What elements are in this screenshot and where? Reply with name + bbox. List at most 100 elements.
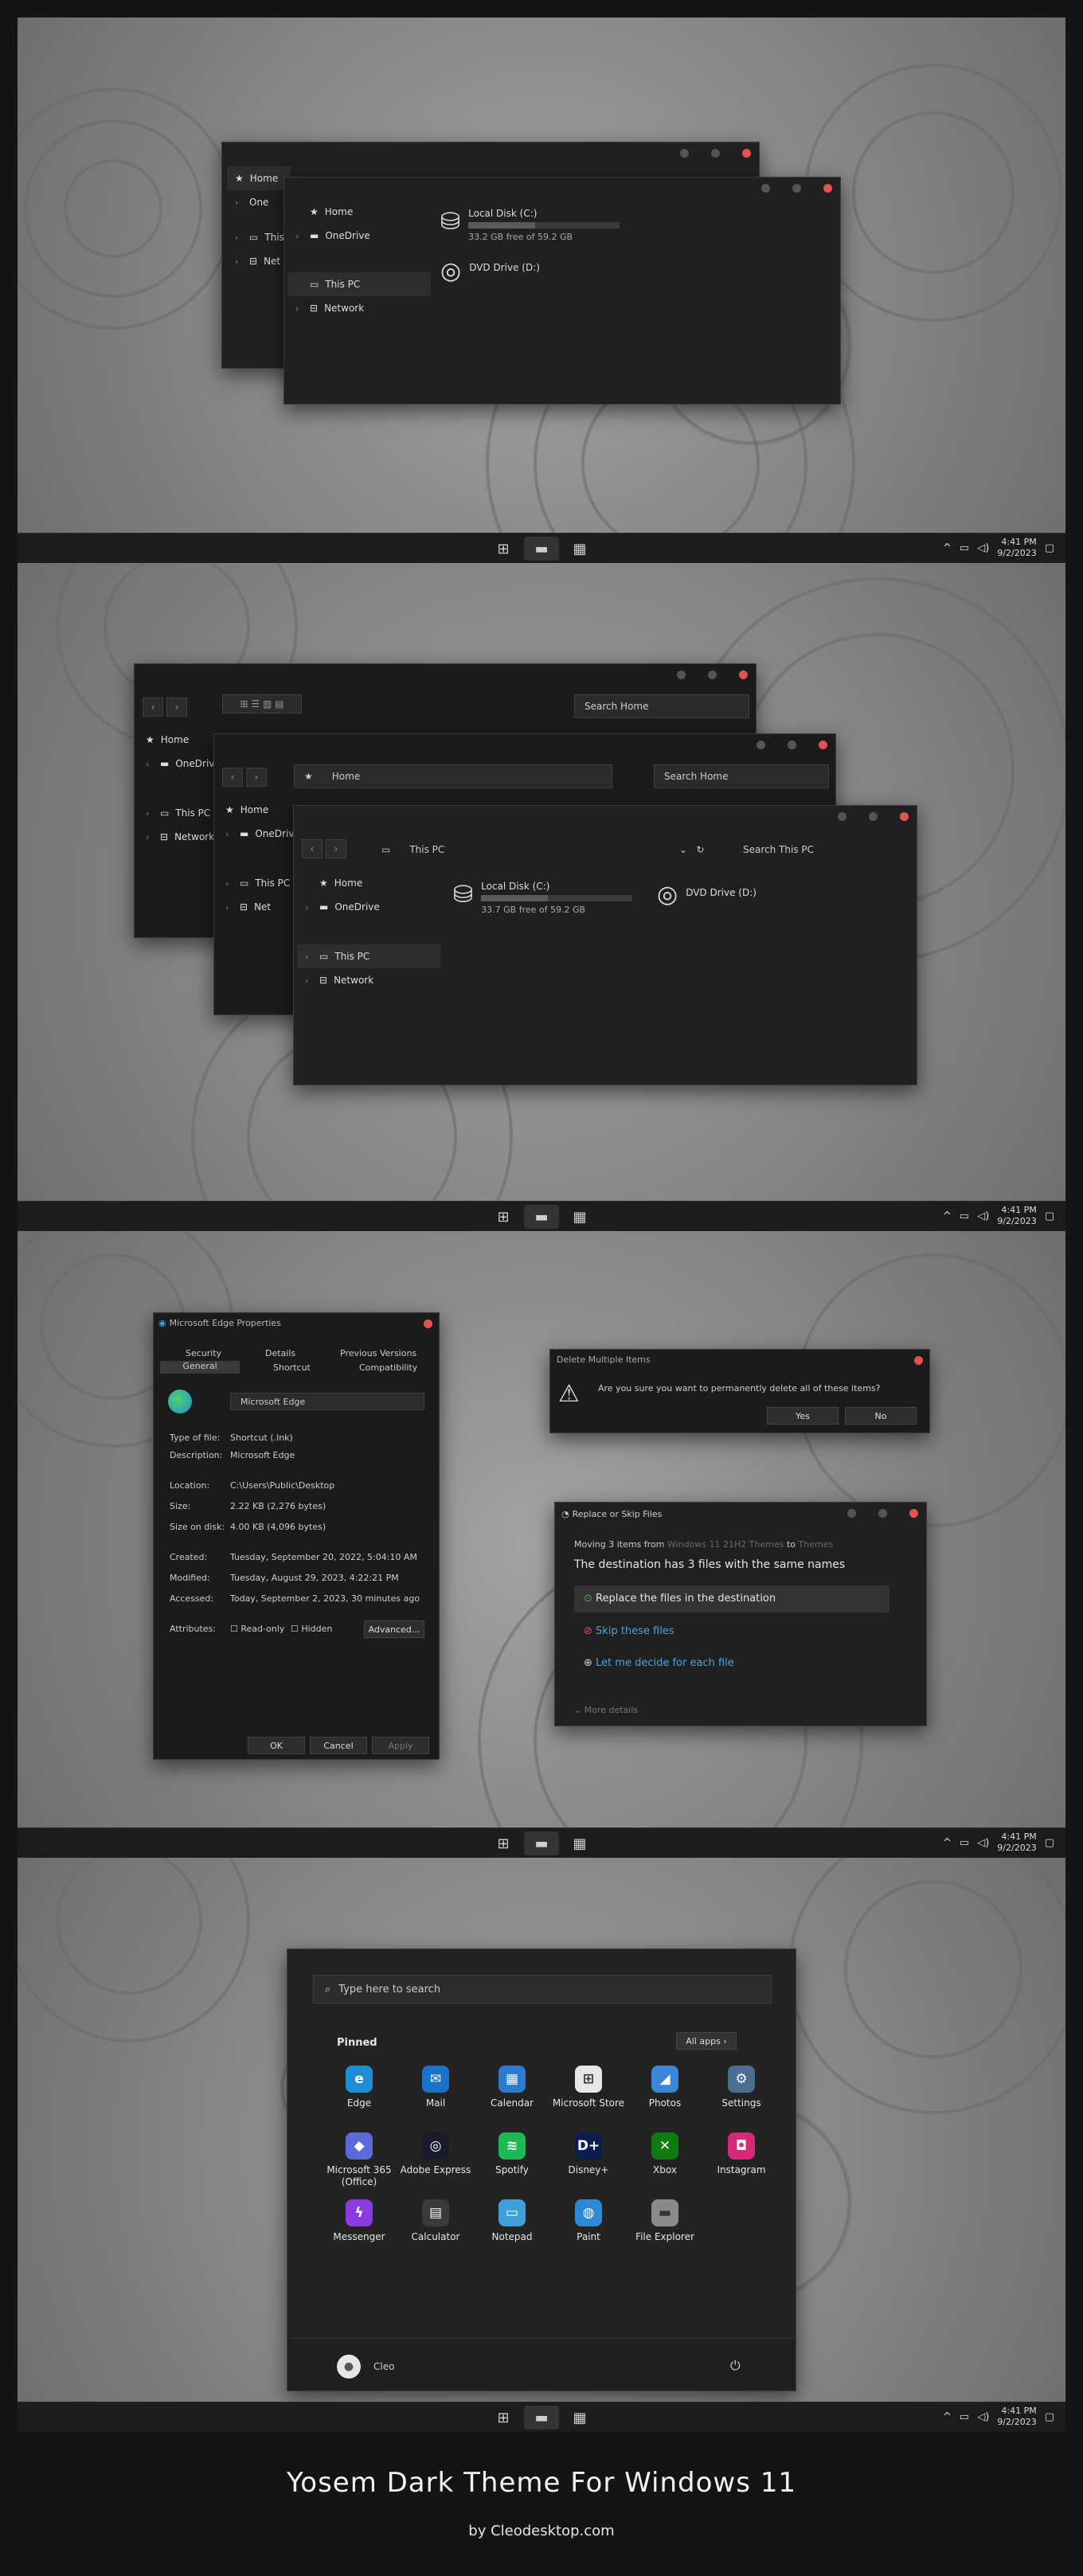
nav-onedrive[interactable]: › ▬ OneDrive [217,822,300,846]
clock[interactable]: 4:41 PM 9/2/2023 [997,1205,1036,1227]
address-bar[interactable]: ★ Home [294,764,612,788]
clock[interactable]: 4:41 PM 9/2/2023 [997,537,1036,559]
widgets-icon[interactable]: ▦ [562,537,597,561]
app-tile[interactable]: D+ Disney+ [550,2132,627,2176]
widgets-icon[interactable]: ▦ [562,1831,597,1855]
app-tile[interactable]: ◎ Adobe Express [397,2132,474,2176]
advanced-button[interactable]: Advanced... [364,1620,424,1638]
search-input[interactable]: ⌕ Type here to search [313,1975,772,2003]
network-tray-icon[interactable]: ▭ [960,1837,969,1849]
widgets-icon[interactable]: ▦ [562,2406,597,2429]
nav-onedrive[interactable]: › One [227,190,291,214]
volume-icon[interactable]: ◁) [977,2411,989,2423]
nav-home[interactable]: ★ Home [138,728,221,752]
option-decide[interactable]: ⊕ Let me decide for each file [584,1657,734,1669]
notification-icon[interactable]: ▢ [1045,542,1054,554]
widgets-icon[interactable]: ▦ [562,1205,597,1229]
file-explorer-icon[interactable]: ▬ [524,1831,559,1855]
chevron-up-icon[interactable]: ^ [943,1837,952,1849]
app-tile[interactable]: ⊞ Microsoft Store [550,2066,627,2109]
tab-security[interactable]: Security [186,1348,221,1358]
explorer-window-c[interactable]: ‹ › ▭ This PC ⌄ ↻ Search This PC ★ Home › ▬… [293,805,917,1085]
app-tile[interactable]: ◍ Paint [550,2199,627,2243]
close-button[interactable] [900,812,909,821]
network-tray-icon[interactable]: ▭ [960,1210,969,1222]
properties-dialog[interactable]: ◉ Microsoft Edge Properties Security Deta… [153,1312,440,1760]
avatar[interactable]: ● [337,2355,361,2379]
minimize-button[interactable] [761,184,770,193]
search-input[interactable]: Search This PC [743,844,814,855]
close-button[interactable] [424,1319,432,1328]
app-tile[interactable]: ≋ Spotify [474,2132,550,2176]
read-only-checkbox[interactable]: ☐ Read-only [230,1624,284,1634]
nav-network[interactable]: › ⊟ Network [287,296,431,320]
tab-general[interactable]: General [160,1361,240,1374]
tab-details[interactable]: Details [265,1348,295,1358]
app-tile[interactable]: ▦ Calendar [474,2066,550,2109]
search-input[interactable]: Search Home [574,694,749,718]
no-button[interactable]: No [845,1407,917,1425]
start-icon[interactable]: ⊞ [486,1831,521,1855]
volume-icon[interactable]: ◁) [977,542,989,554]
nav-network[interactable]: › ⊟ Net [217,895,300,919]
close-button[interactable] [819,741,827,749]
clock[interactable]: 4:41 PM 9/2/2023 [997,2406,1036,2428]
chevron-up-icon[interactable]: ^ [943,542,952,554]
nav-home[interactable]: ★ Home [217,798,300,822]
explorer-window-front[interactable]: ★ Home › ▬ OneDrive ▭ This PC › ⊟ Network ⛁ Lo… [283,177,841,405]
back-button[interactable]: ‹ [302,839,323,858]
option-skip[interactable]: ⊘ Skip these files [584,1625,674,1637]
network-tray-icon[interactable]: ▭ [960,542,969,554]
app-tile[interactable]: ◆ Microsoft 365 (Office) [321,2132,397,2188]
maximize-button[interactable] [792,184,801,193]
chevron-up-icon[interactable]: ^ [943,2411,952,2423]
app-tile[interactable]: ◢ Photos [627,2066,703,2109]
nav-thispc[interactable]: ▭ This PC [287,272,431,296]
address-bar[interactable]: ▭ This PC [381,844,444,855]
notification-icon[interactable]: ▢ [1045,1837,1054,1849]
forward-button[interactable]: › [166,698,187,717]
back-button[interactable]: ‹ [143,698,163,717]
nav-home[interactable]: ★ Home [297,871,440,895]
back-button[interactable]: ‹ [222,768,243,787]
start-icon[interactable]: ⊞ [486,537,521,561]
network-tray-icon[interactable]: ▭ [960,2411,969,2423]
nav-network[interactable]: › ⊟ Network [138,825,221,849]
tab-shortcut[interactable]: Shortcut [273,1362,311,1373]
nav-network[interactable]: › ⊟ Network [297,968,440,992]
delete-dialog[interactable]: Delete Multiple Items ⚠ Are you sure you… [549,1349,930,1433]
file-explorer-icon[interactable]: ▬ [524,537,559,561]
nav-home[interactable]: ★ Home [227,166,291,190]
more-details[interactable]: ⌄ More details [574,1705,638,1715]
app-tile[interactable]: ◘ Instagram [703,2132,780,2176]
app-tile[interactable]: ▬ File Explorer [627,2199,703,2243]
close-button[interactable] [742,149,751,158]
drive-d[interactable]: ◎ DVD Drive (D:) [657,881,757,909]
user-name[interactable]: Cleo [373,2361,394,2372]
apply-button[interactable]: Apply [372,1737,429,1754]
file-explorer-icon[interactable]: ▬ [524,2406,559,2429]
maximize-button[interactable] [711,149,720,158]
search-input[interactable]: Search Home [654,764,829,788]
nav-thispc[interactable]: › ▭ This PC [297,944,440,968]
app-tile[interactable]: ✉ Mail [397,2066,474,2109]
nav-onedrive[interactable]: › ▬ OneDrive [297,895,440,919]
nav-network[interactable]: › ⊟ Net [227,249,291,273]
app-tile[interactable]: ▤ Calculator [397,2199,474,2243]
nav-home[interactable]: ★ Home [287,200,431,224]
volume-icon[interactable]: ◁) [977,1837,989,1849]
power-icon[interactable]: ⏻ [730,2358,741,2374]
close-button[interactable] [739,670,748,679]
tab-previous-versions[interactable]: Previous Versions [340,1348,416,1358]
nav-thispc[interactable]: › ▭ This PC [138,801,221,825]
nav-onedrive[interactable]: › ▬ OneDrive [287,224,431,248]
app-tile[interactable]: ϟ Messenger [321,2199,397,2243]
notification-icon[interactable]: ▢ [1045,2411,1054,2423]
clock[interactable]: 4:41 PM 9/2/2023 [997,1831,1036,1854]
start-icon[interactable]: ⊞ [486,1205,521,1229]
replace-dialog[interactable]: ◔ Replace or Skip Files Moving 3 items fr… [554,1502,927,1726]
hidden-checkbox[interactable]: ☐ Hidden [291,1624,332,1634]
file-explorer-icon[interactable]: ▬ [524,1205,559,1229]
name-field[interactable]: Microsoft Edge [230,1393,424,1410]
nav-onedrive[interactable]: › ▬ OneDrive [138,752,221,776]
